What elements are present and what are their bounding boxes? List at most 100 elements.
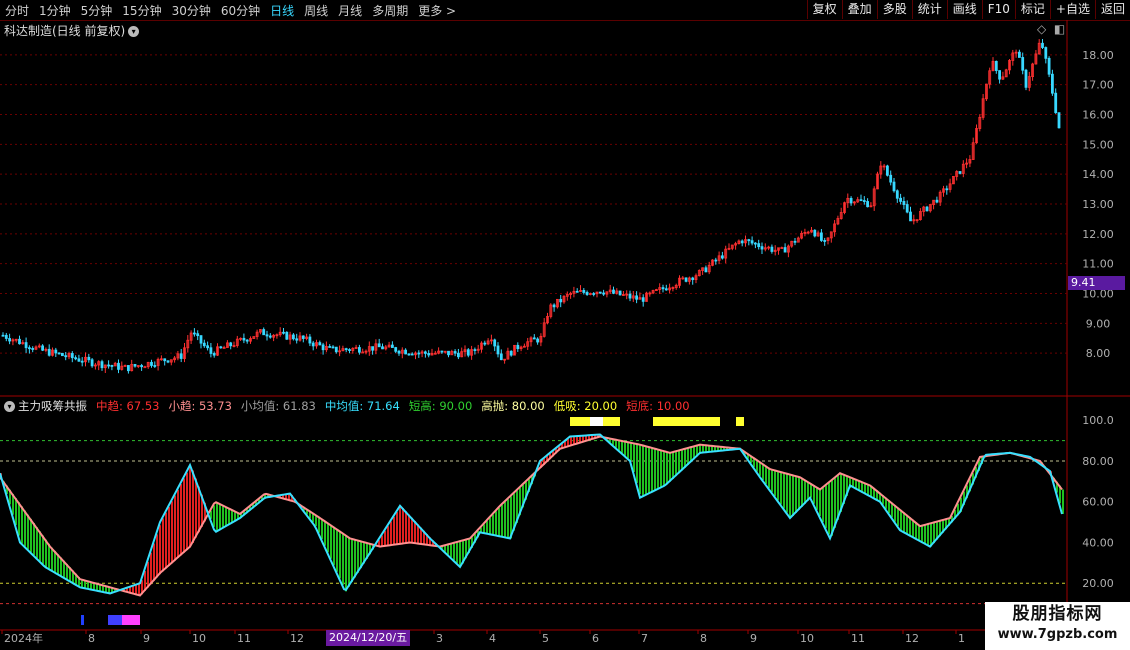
candle-body	[862, 200, 866, 202]
chevron-down-icon[interactable]: ▾	[128, 26, 140, 37]
stock-title[interactable]: 科达制造(日线 前复权) ▾	[4, 22, 140, 39]
signal-bar	[162, 518, 164, 572]
candle-body	[585, 292, 589, 295]
candle-body	[334, 346, 338, 353]
signal-bar	[354, 539, 356, 578]
candle-body	[866, 201, 869, 208]
signal-bar	[783, 472, 785, 509]
cursor-date-label: 2024/12/20/五	[326, 630, 411, 646]
candle-body	[47, 348, 51, 356]
candle-body	[87, 356, 91, 361]
candle-body	[70, 353, 74, 359]
candle-body	[344, 348, 348, 351]
signal-bar	[660, 450, 662, 488]
signal-bar	[672, 452, 674, 479]
time-tick: 11	[237, 632, 251, 645]
legend-item: 高抛: 80.00	[481, 399, 545, 413]
candle-body	[783, 247, 787, 253]
candle-body	[902, 200, 906, 205]
candle-body	[892, 181, 896, 192]
candle-body	[348, 349, 351, 351]
candle-body	[295, 338, 299, 341]
legend-item: 小均值: 61.83	[240, 399, 316, 413]
candle-body	[447, 350, 450, 356]
candle-body	[166, 360, 170, 363]
signal-bar	[795, 475, 797, 513]
indicator-name[interactable]: 主力吸筹共振	[18, 398, 87, 414]
candle-body	[407, 353, 411, 356]
price-tick: 18.00	[1082, 49, 1114, 62]
signal-bar	[657, 449, 659, 490]
kline-chart[interactable]: 18.0017.0016.0015.0014.0013.0012.0011.00…	[0, 0, 1130, 650]
candle-body	[473, 349, 477, 352]
signal-bar	[153, 543, 155, 581]
candle-body	[905, 204, 909, 213]
candle-body	[754, 242, 757, 245]
signal-bar	[186, 472, 188, 551]
candle-body	[793, 240, 797, 243]
chevron-down-icon[interactable]: ▾	[4, 400, 15, 412]
signal-bar	[336, 528, 338, 572]
candle-body	[394, 347, 398, 352]
time-tick: 4	[489, 632, 496, 645]
indicator-legend: ▾ 主力吸筹共振 中趋: 67.53 小趋: 53.73 小均值: 61.83 中均值…	[4, 398, 694, 414]
candle-body	[757, 243, 761, 248]
buy-signal-marker	[81, 615, 84, 625]
signal-bar	[21, 506, 23, 544]
candle-body	[417, 352, 421, 355]
signal-bar	[180, 484, 182, 556]
sell-signal-marker	[736, 417, 744, 426]
signal-bar	[51, 547, 53, 571]
indicator-tick: 80.00	[1082, 455, 1114, 468]
candle-body	[704, 267, 708, 273]
candle-body	[328, 346, 332, 348]
watermark: 股朋指标网 www.7gpzb.com	[985, 602, 1130, 650]
price-tick: 8.00	[1086, 347, 1111, 360]
signal-bar	[831, 480, 833, 536]
candle-body	[202, 342, 206, 347]
candle-body	[371, 346, 375, 351]
candle-body	[747, 239, 751, 242]
candle-body	[143, 366, 147, 369]
signal-bar	[786, 473, 788, 513]
signal-bar	[213, 505, 215, 527]
candle-body	[1047, 57, 1051, 75]
signal-bar	[351, 538, 353, 583]
signal-bar	[411, 517, 413, 543]
signal-bar	[396, 512, 398, 545]
price-tick: 13.00	[1082, 198, 1114, 211]
time-tick: 7	[641, 632, 648, 645]
panel-toggle-icon[interactable]: ◧	[1054, 22, 1065, 36]
signal-bar	[627, 442, 629, 459]
signal-bar	[405, 511, 407, 544]
candle-body	[410, 353, 414, 356]
diamond-icon[interactable]: ◇	[1037, 22, 1046, 36]
signal-bar	[900, 509, 902, 531]
signal-bar	[390, 521, 392, 546]
indicator-tick: 40.00	[1082, 536, 1114, 549]
signal-bar	[156, 534, 158, 578]
signal-bar	[801, 477, 803, 507]
candle-body	[628, 293, 632, 299]
time-tick: 5	[542, 632, 549, 645]
signal-bar	[498, 507, 500, 536]
price-tick: 12.00	[1082, 228, 1114, 241]
signal-bar	[816, 487, 818, 510]
signal-bar	[132, 585, 134, 594]
candle-body	[18, 338, 21, 345]
signal-bar	[654, 448, 656, 491]
candle-body	[212, 353, 216, 356]
signal-bar	[618, 440, 620, 451]
candle-body	[331, 346, 335, 349]
signal-bar	[387, 526, 389, 546]
signal-bar	[825, 485, 827, 529]
candle-body	[57, 352, 61, 355]
candle-body	[377, 343, 381, 348]
signal-bar	[168, 506, 170, 566]
signal-bar	[924, 525, 926, 544]
signal-bar	[621, 440, 623, 454]
candle-body	[268, 335, 272, 338]
signal-bar	[177, 489, 179, 559]
candle-body	[318, 342, 322, 346]
time-tick: 1	[958, 632, 965, 645]
